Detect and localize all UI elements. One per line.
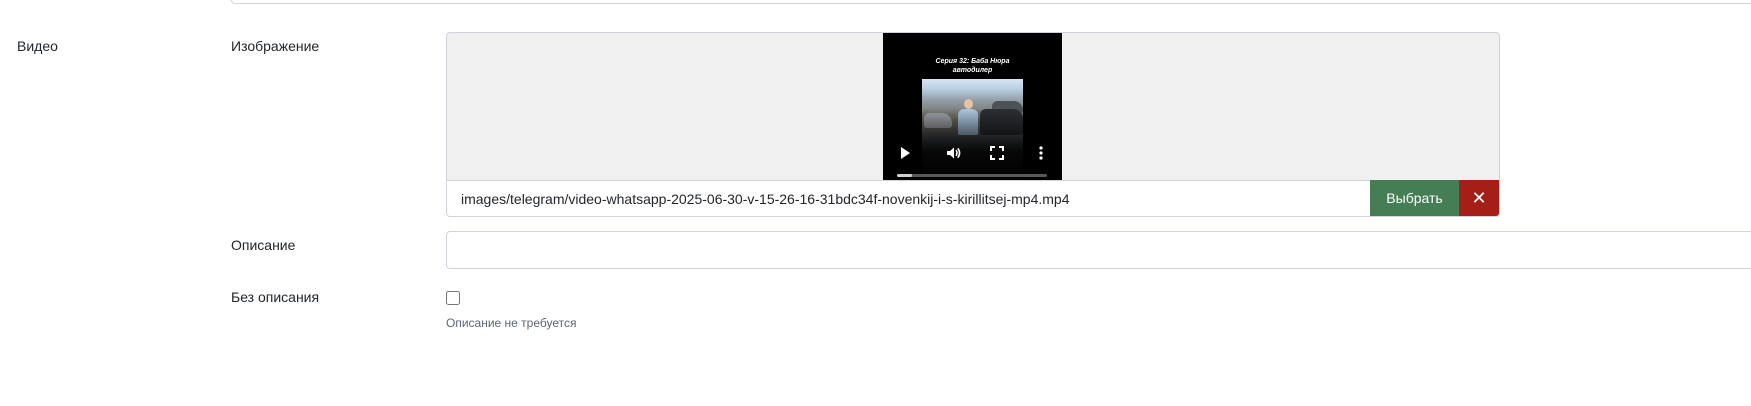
no-description-checkbox[interactable]: [446, 291, 460, 305]
video-player[interactable]: Серия 32: Баба Нюра автодилер: [883, 33, 1062, 180]
fullscreen-icon[interactable]: [989, 145, 1005, 161]
description-field-label: Описание: [231, 237, 296, 253]
media-preview-area: Серия 32: Баба Нюра автодилер: [447, 33, 1499, 180]
section-label-video: Видео: [17, 38, 58, 54]
video-caption-line-2: автодилер: [952, 67, 993, 74]
video-caption-line-1: Серия 32: Баба Нюра: [935, 58, 1010, 65]
media-field: Серия 32: Баба Нюра автодилер images/tel…: [446, 32, 1500, 217]
video-progress-fill: [897, 174, 912, 177]
previous-field-bottom-edge: [231, 0, 1751, 4]
no-description-help-text: Описание не требуется: [446, 316, 577, 330]
clear-button[interactable]: ✕: [1459, 180, 1499, 216]
video-controls-overlay: [883, 108, 1062, 180]
video-progress-bar[interactable]: [897, 174, 1047, 177]
video-caption: Серия 32: Баба Нюра автодилер: [922, 57, 1023, 75]
media-path-input[interactable]: [447, 180, 1370, 216]
select-button[interactable]: Выбрать: [1370, 180, 1459, 216]
close-icon: ✕: [1471, 187, 1487, 209]
description-input[interactable]: [446, 231, 1751, 269]
image-field-label: Изображение: [231, 38, 320, 54]
no-description-label: Без описания: [231, 289, 320, 305]
play-icon[interactable]: [897, 145, 913, 161]
volume-icon[interactable]: [946, 145, 962, 161]
more-options-icon[interactable]: [1033, 145, 1049, 161]
